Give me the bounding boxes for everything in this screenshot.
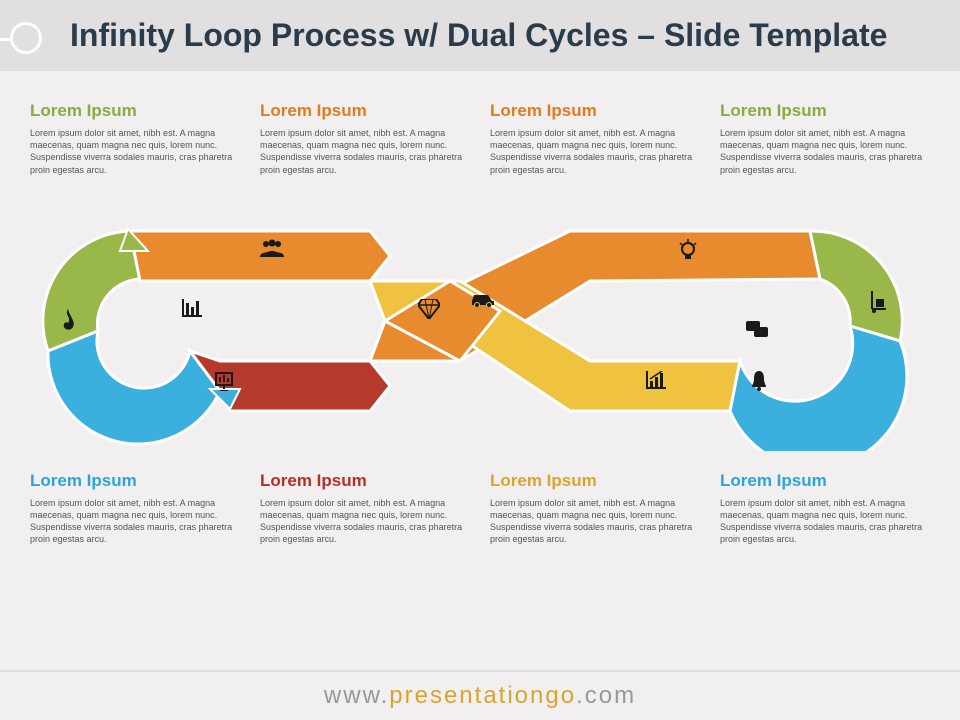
infinity-loop-diagram (30, 191, 930, 451)
body: Lorem ipsum dolor sit amet, nibh est. A … (260, 497, 470, 546)
text-block-top-1: Lorem Ipsum Lorem ipsum dolor sit amet, … (30, 101, 240, 176)
text-block-bottom-2: Lorem Ipsum Lorem ipsum dolor sit amet, … (260, 471, 470, 546)
people-icon (260, 239, 288, 267)
heading: Lorem Ipsum (490, 471, 700, 491)
diamond-icon (418, 299, 446, 327)
footer-highlight: presentationgo (389, 682, 576, 709)
text-block-bottom-1: Lorem Ipsum Lorem ipsum dolor sit amet, … (30, 471, 240, 546)
rising-chart-icon (646, 371, 674, 399)
footer-url: www.presentationgo.com (324, 682, 636, 709)
body: Lorem ipsum dolor sit amet, nibh est. A … (30, 497, 240, 546)
body: Lorem ipsum dolor sit amet, nibh est. A … (490, 127, 700, 176)
text-block-top-4: Lorem Ipsum Lorem ipsum dolor sit amet, … (720, 101, 930, 176)
header-ornament-icon (10, 22, 42, 54)
body: Lorem ipsum dolor sit amet, nibh est. A … (720, 127, 930, 176)
heading: Lorem Ipsum (490, 101, 700, 121)
bottom-text-row: Lorem Ipsum Lorem ipsum dolor sit amet, … (30, 471, 930, 546)
bell-icon (750, 371, 778, 399)
heading: Lorem Ipsum (260, 471, 470, 491)
footer-prefix: www. (324, 682, 389, 709)
heading: Lorem Ipsum (720, 471, 930, 491)
text-block-bottom-4: Lorem Ipsum Lorem ipsum dolor sit amet, … (720, 471, 930, 546)
footer-suffix: .com (576, 682, 636, 709)
footer: www.presentationgo.com (0, 670, 960, 720)
content-area: Lorem Ipsum Lorem ipsum dolor sit amet, … (0, 71, 960, 545)
heading: Lorem Ipsum (30, 101, 240, 121)
body: Lorem ipsum dolor sit amet, nibh est. A … (720, 497, 930, 546)
car-icon (470, 291, 498, 319)
lightbulb-icon (678, 239, 706, 267)
body: Lorem ipsum dolor sit amet, nibh est. A … (490, 497, 700, 546)
header: Infinity Loop Process w/ Dual Cycles – S… (0, 0, 960, 71)
slide-title: Infinity Loop Process w/ Dual Cycles – S… (70, 18, 940, 53)
heading: Lorem Ipsum (30, 471, 240, 491)
bar-chart-icon (182, 299, 210, 327)
text-block-top-2: Lorem Ipsum Lorem ipsum dolor sit amet, … (260, 101, 470, 176)
body: Lorem ipsum dolor sit amet, nibh est. A … (260, 127, 470, 176)
top-text-row: Lorem Ipsum Lorem ipsum dolor sit amet, … (30, 101, 930, 176)
heading: Lorem Ipsum (720, 101, 930, 121)
heading: Lorem Ipsum (260, 101, 470, 121)
body: Lorem ipsum dolor sit amet, nibh est. A … (30, 127, 240, 176)
text-block-bottom-3: Lorem Ipsum Lorem ipsum dolor sit amet, … (490, 471, 700, 546)
text-block-top-3: Lorem Ipsum Lorem ipsum dolor sit amet, … (490, 101, 700, 176)
hand-truck-icon (870, 291, 898, 319)
loop-svg (30, 191, 930, 451)
chat-icon (746, 321, 774, 349)
flame-icon (58, 309, 86, 337)
presentation-icon (214, 371, 242, 399)
